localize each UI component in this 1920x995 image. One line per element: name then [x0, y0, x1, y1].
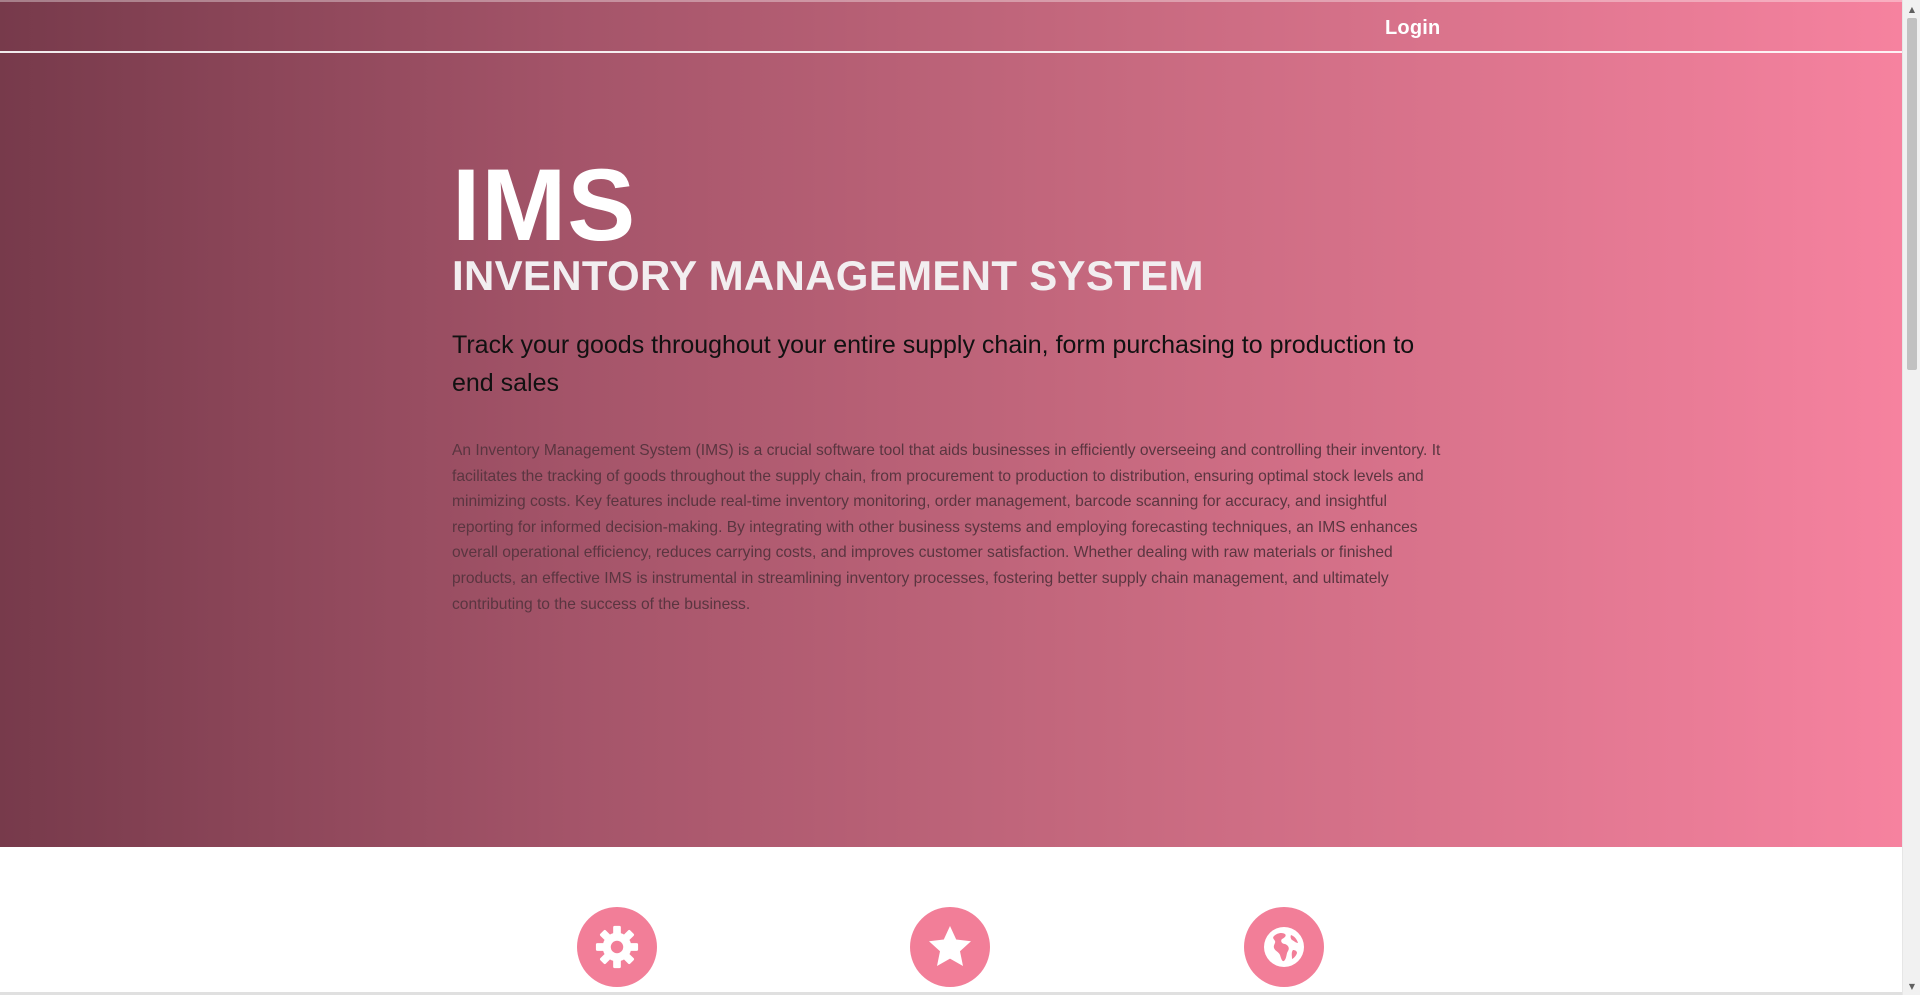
feature-gear-circle: [577, 907, 657, 987]
top-nav-bar: Login: [0, 0, 1902, 53]
scrollbar-thumb[interactable]: [1907, 18, 1917, 370]
login-link[interactable]: Login: [1385, 17, 1440, 40]
scroll-down-arrow-icon[interactable]: ▼: [1903, 978, 1920, 994]
globe-icon: [1264, 927, 1304, 967]
hero-subtitle: INVENTORY MANAGEMENT SYSTEM: [452, 252, 1204, 299]
hero-description: An Inventory Management System (IMS) is …: [452, 442, 1441, 613]
hero-section: Login IMS INVENTORY MANAGEMENT SYSTEM Tr…: [0, 0, 1902, 847]
hero-tagline: Track your goods throughout your entire …: [452, 331, 1415, 397]
scroll-up-arrow-icon[interactable]: ▲: [1903, 1, 1920, 17]
hero-title: IMS: [452, 148, 637, 262]
page: Login IMS INVENTORY MANAGEMENT SYSTEM Tr…: [0, 0, 1920, 995]
gear-icon: [595, 925, 639, 969]
vertical-scrollbar[interactable]: ▲ ▼: [1902, 0, 1920, 995]
hero-content: IMS INVENTORY MANAGEMENT SYSTEM Track yo…: [452, 150, 1452, 617]
features-section: [0, 847, 1902, 995]
feature-globe-circle: [1244, 907, 1324, 987]
feature-star-circle: [910, 907, 990, 987]
star-icon: [929, 926, 971, 966]
